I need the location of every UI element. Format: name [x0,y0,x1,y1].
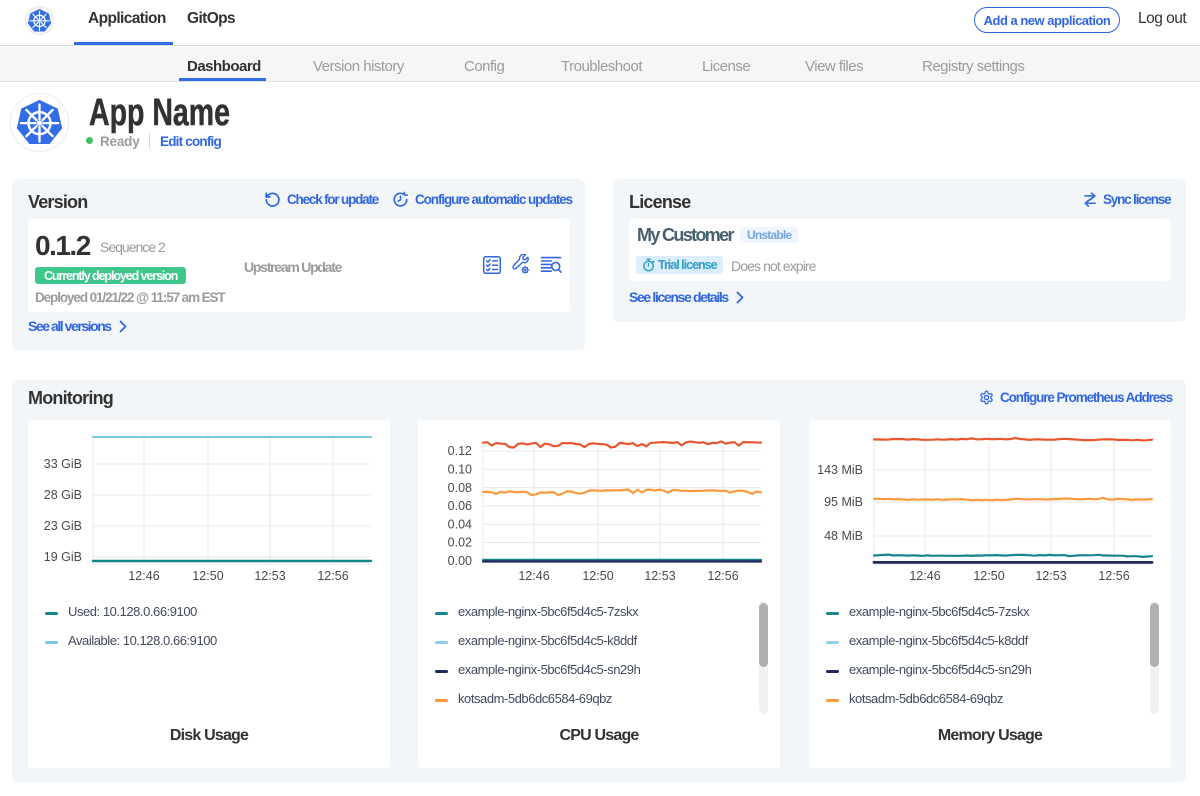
svg-text:23 GiB: 23 GiB [44,519,82,533]
svg-text:12:50: 12:50 [973,569,1004,583]
svg-text:0.06: 0.06 [448,499,472,513]
svg-text:95 MiB: 95 MiB [824,495,863,509]
svg-text:28 GiB: 28 GiB [44,488,82,502]
svg-text:143 MiB: 143 MiB [817,463,863,477]
svg-text:12:53: 12:53 [1035,569,1066,583]
svg-text:0.10: 0.10 [448,463,472,477]
svg-text:12:46: 12:46 [909,569,940,583]
svg-text:12:53: 12:53 [254,569,285,583]
svg-text:0.00: 0.00 [448,554,472,568]
svg-text:12:46: 12:46 [128,569,159,583]
svg-text:0.02: 0.02 [448,536,472,550]
svg-text:33 GiB: 33 GiB [44,457,82,471]
svg-text:12:50: 12:50 [582,569,613,583]
svg-text:12:56: 12:56 [317,569,348,583]
svg-text:0.04: 0.04 [448,517,472,531]
svg-text:12:50: 12:50 [192,569,223,583]
svg-text:19 GiB: 19 GiB [44,550,82,564]
svg-text:12:53: 12:53 [644,569,675,583]
svg-text:48 MiB: 48 MiB [824,529,863,543]
svg-text:12:56: 12:56 [707,569,738,583]
svg-text:0.12: 0.12 [448,444,472,458]
svg-text:12:46: 12:46 [518,569,549,583]
svg-text:12:56: 12:56 [1098,569,1129,583]
svg-text:0.08: 0.08 [448,481,472,495]
